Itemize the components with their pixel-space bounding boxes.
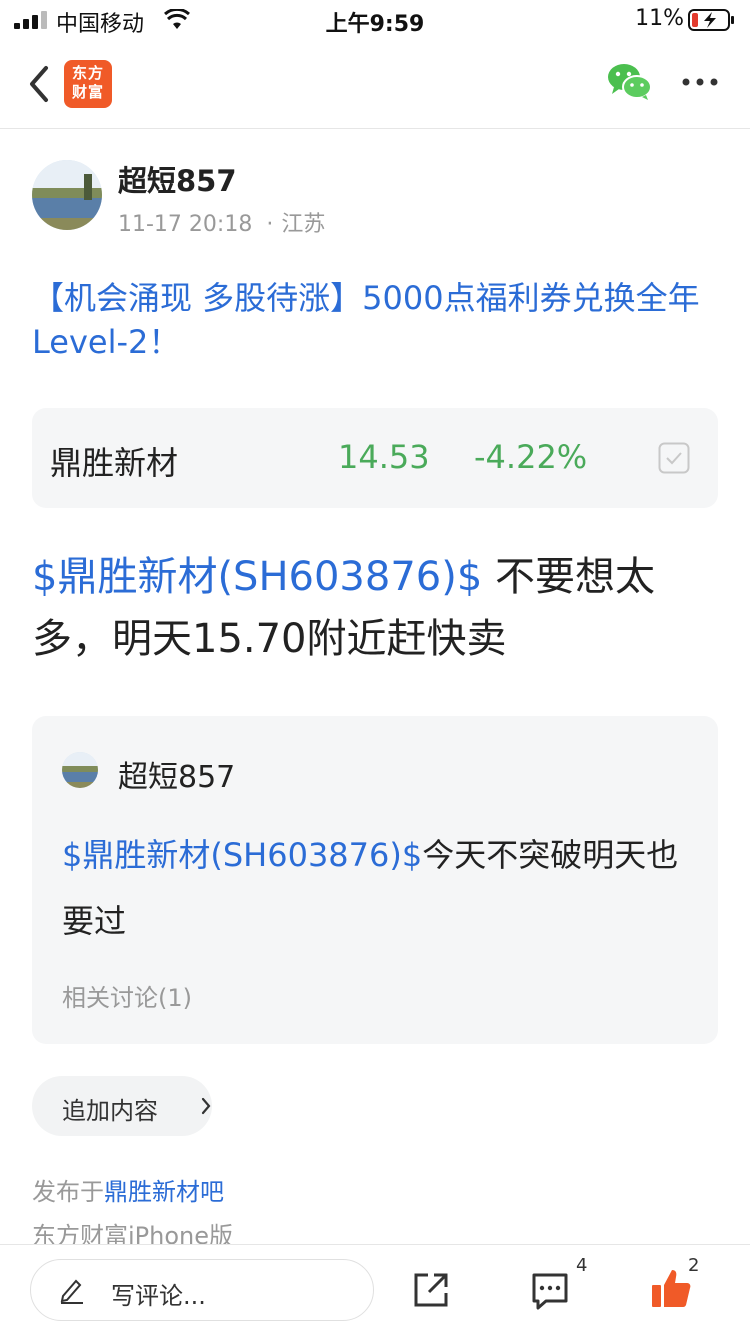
post-title[interactable]: 【机会涌现 多股待涨】5000点福利券兑换全年Level-2！	[32, 276, 722, 364]
wechat-share-icon[interactable]	[606, 62, 654, 102]
quote-avatar	[62, 752, 98, 788]
battery-percent: 11%	[635, 6, 684, 31]
append-content-label: 追加内容	[62, 1097, 158, 1125]
battery-charging-icon	[688, 9, 734, 31]
stock-link[interactable]: $鼎胜新材(SH603876)$	[32, 554, 482, 600]
logo-line-2: 财富	[71, 83, 104, 101]
stock-change: -4.22%	[474, 438, 588, 476]
like-count: 2	[688, 1255, 700, 1276]
quote-text: $鼎胜新材(SH603876)$今天不突破明天也要过	[62, 822, 682, 954]
checkbox-icon[interactable]	[658, 442, 690, 474]
quote-stock-link[interactable]: $鼎胜新材(SH603876)$	[62, 836, 422, 874]
stock-price: 14.53	[338, 438, 430, 476]
chevron-right-icon	[201, 1097, 211, 1115]
more-icon[interactable]	[680, 70, 720, 94]
back-icon[interactable]	[24, 62, 54, 106]
stock-card[interactable]: 鼎胜新材 14.53 -4.22%	[32, 408, 718, 508]
quote-author-name: 超短857	[118, 760, 236, 795]
app-logo[interactable]: 东方 财富	[64, 60, 112, 108]
logo-line-1: 东方	[71, 64, 104, 82]
share-icon[interactable]	[412, 1271, 450, 1309]
post-meta: 11-17 20:18 · 江苏	[118, 206, 325, 238]
append-content-button[interactable]: 追加内容	[32, 1076, 212, 1136]
published-in: 发布于鼎胜新材吧	[32, 1172, 224, 1207]
pen-icon	[60, 1279, 83, 1304]
stock-name: 鼎胜新材	[50, 444, 179, 482]
meta-separator: ·	[266, 212, 274, 237]
post-location: 江苏	[281, 212, 326, 237]
thumbs-up-icon[interactable]	[650, 1267, 692, 1309]
avatar[interactable]	[32, 160, 102, 230]
published-prefix: 发布于	[32, 1178, 104, 1206]
post-datetime: 11-17 20:18	[118, 212, 253, 237]
quoted-post-card[interactable]: 超短857 $鼎胜新材(SH603876)$今天不突破明天也要过 相关讨论(1)	[32, 716, 718, 1044]
status-bar: 中国移动 上午9:59 11%	[0, 0, 750, 40]
comment-count: 4	[576, 1255, 588, 1276]
comment-input[interactable]: 写评论...	[30, 1259, 374, 1321]
bottom-action-bar: 写评论... 4 2	[0, 1244, 750, 1334]
author-name[interactable]: 超短857	[118, 158, 237, 200]
comment-placeholder: 写评论...	[111, 1282, 206, 1310]
forum-link[interactable]: 鼎胜新材吧	[104, 1178, 224, 1206]
post-body: $鼎胜新材(SH603876)$ 不要想太多，明天15.70附近赶快卖	[32, 546, 722, 670]
related-discussion-link[interactable]: 相关讨论(1)	[62, 978, 192, 1013]
nav-bar: 东方 财富	[0, 40, 750, 129]
comment-icon[interactable]	[530, 1271, 570, 1311]
